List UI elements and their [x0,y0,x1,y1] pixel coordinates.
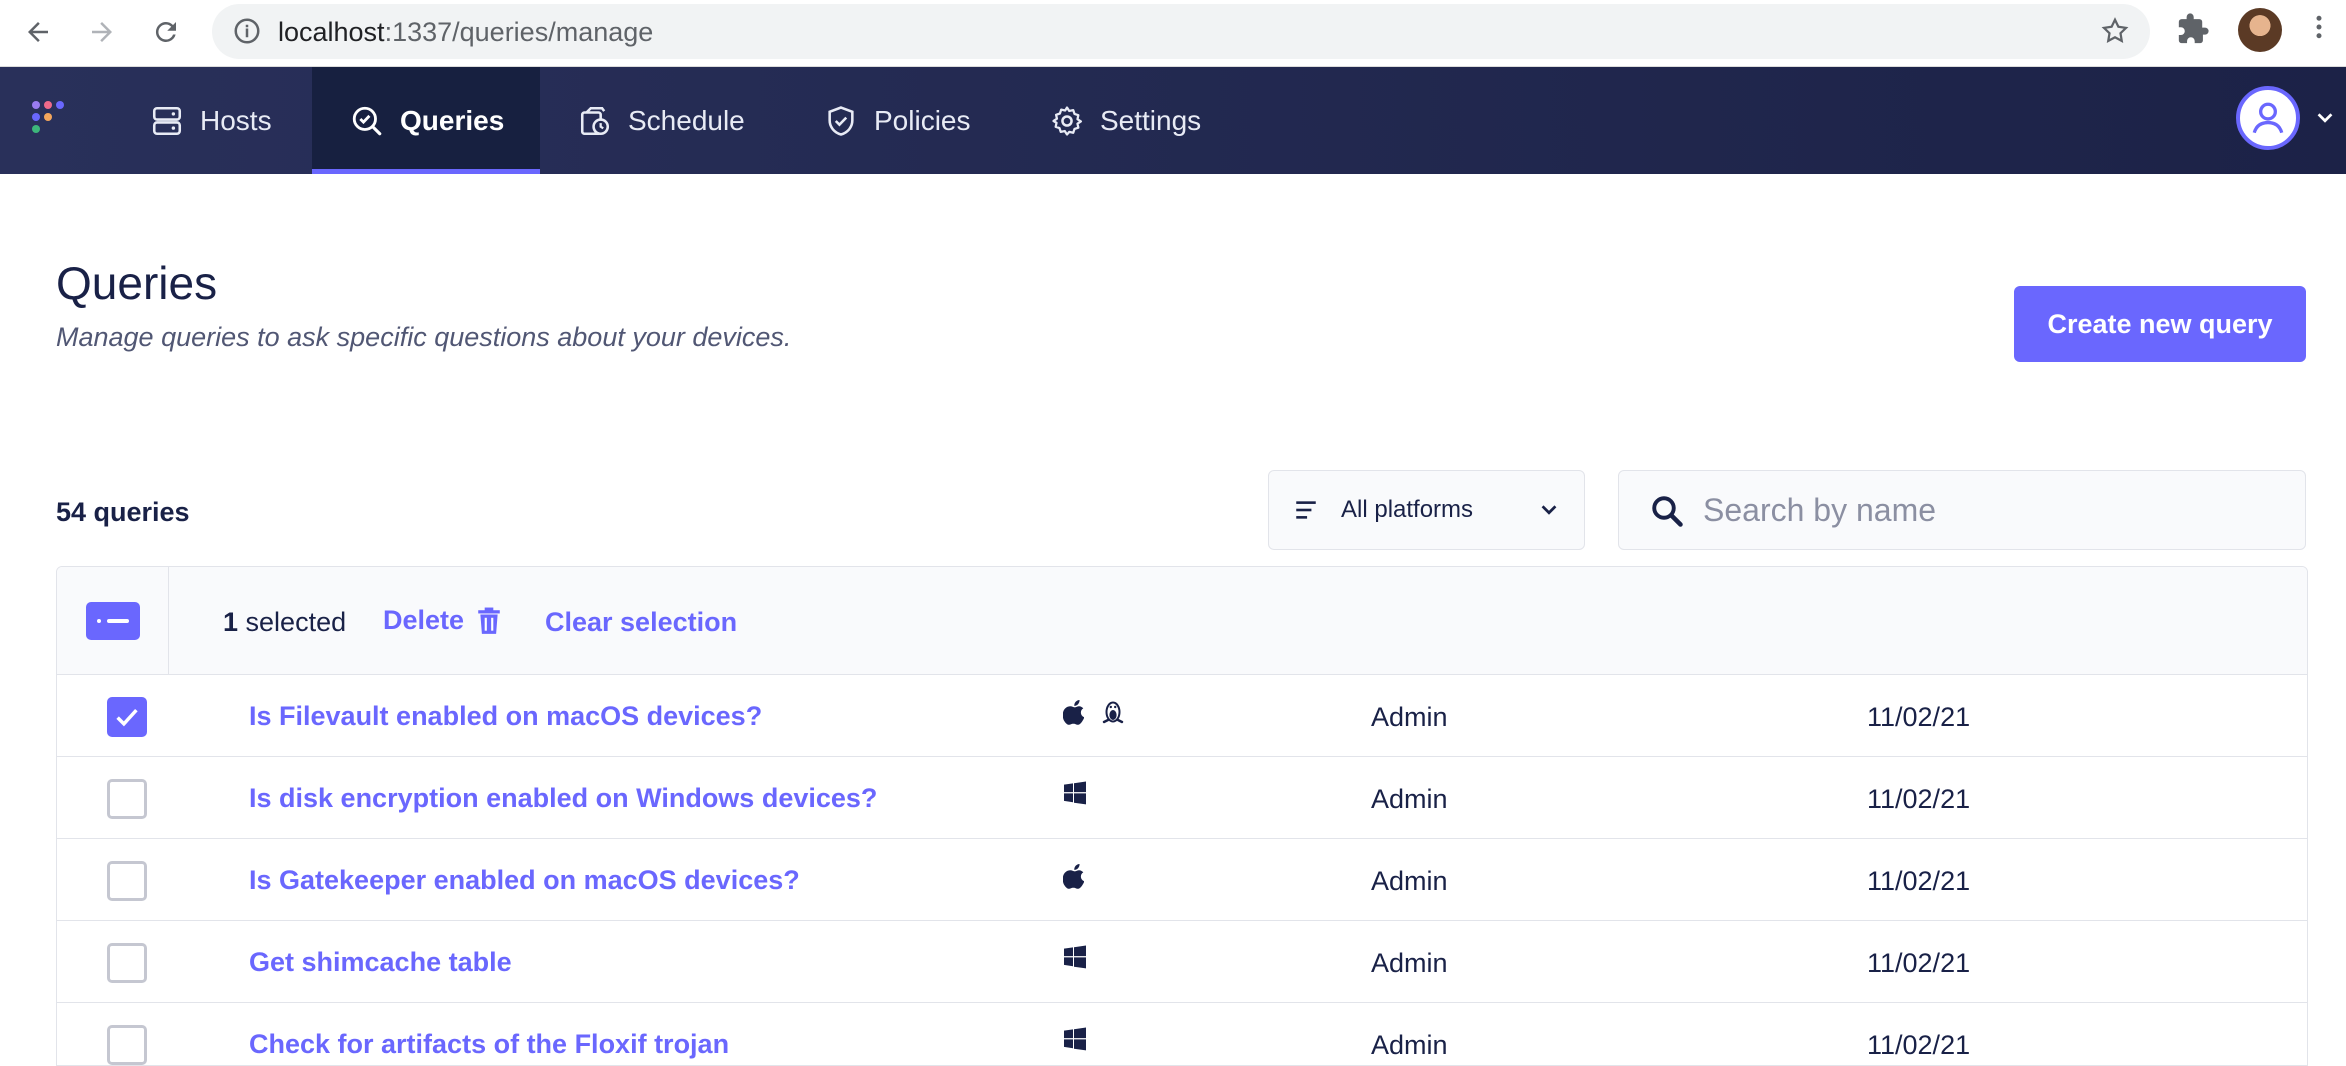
query-name-link[interactable]: Is Gatekeeper enabled on macOS devices? [249,865,800,896]
platform-filter-value: All platforms [1341,496,1474,523]
row-checkbox[interactable] [107,943,147,983]
back-button[interactable] [18,12,58,52]
search-box [1618,470,2306,550]
apple-icon [1063,700,1084,725]
clear-selection-button[interactable]: Clear selection [545,607,737,638]
query-author: Admin [1371,784,1448,814]
selection-bar: 1 selected Delete Clear selection [57,567,2307,675]
arrow-left-icon [28,22,48,42]
nav-item-label: Policies [874,104,971,136]
fleet-logo-icon[interactable] [30,99,74,143]
row-checkbox[interactable] [107,697,147,737]
reload-button[interactable] [146,12,186,52]
reload-icon [155,21,176,42]
create-new-query-button[interactable]: Create new query [2014,286,2306,362]
query-author: Admin [1371,948,1448,978]
nav-item-hosts[interactable]: Hosts [150,67,272,174]
platform-icons [1063,945,1087,969]
row-checkbox[interactable] [107,1025,147,1065]
query-updated-date: 11/02/21 [1867,948,1971,978]
query-updated-date: 11/02/21 [1867,866,1971,896]
query-author: Admin [1371,1030,1448,1060]
user-avatar [2236,86,2300,150]
extensions-puzzle-icon[interactable] [2176,12,2210,51]
trash-icon [478,607,500,634]
query-updated-date: 11/02/21 [1867,1030,1971,1060]
select-all-cell [57,567,169,674]
nav-item-queries[interactable]: Queries [312,67,540,174]
filter-lines-icon [1296,501,1316,519]
windows-icon [1064,945,1086,969]
queries-table: 1 selected Delete Clear selection Is Fil… [56,566,2308,1066]
query-updated-date: 11/02/21 [1867,702,1971,732]
page-title: Queries [56,257,218,309]
query-name-link[interactable]: Check for artifacts of the Floxif trojan [249,1029,729,1060]
page-subtitle: Manage queries to ask specific questions… [56,322,792,352]
nav-item-label: Queries [400,104,505,136]
bookmark-star-icon[interactable] [2100,16,2130,51]
checkmark-icon [116,708,138,727]
query-author: Admin [1371,702,1448,732]
platform-icons [1063,1027,1087,1051]
platform-icons [1063,781,1087,805]
schedule-icon [580,106,610,135]
apple-icon [1063,864,1084,889]
delete-button[interactable]: Delete [383,605,502,636]
nav-item-label: Hosts [200,104,272,136]
delete-label: Delete [383,605,465,635]
linux-penguin-icon [1102,701,1124,724]
table-row[interactable]: Check for artifacts of the Floxif trojan… [57,1003,2307,1065]
query-name-link[interactable]: Get shimcache table [249,947,512,978]
search-icon [1652,496,1683,527]
query-author: Admin [1371,866,1448,896]
user-icon [2252,102,2284,134]
table-row[interactable]: Is disk encryption enabled on Windows de… [57,757,2307,839]
search-input[interactable] [1703,471,2283,549]
platform-icons [1063,699,1125,725]
nav-item-policies[interactable]: Policies [824,67,970,174]
chevron-down-icon [2317,113,2333,123]
gear-icon [1052,105,1083,136]
queries-icon [352,106,382,135]
nav-item-label: Schedule [628,104,745,136]
platform-filter-dropdown[interactable]: All platforms [1268,470,1585,550]
nav-item-label: Settings [1100,104,1202,136]
query-name-link[interactable]: Is disk encryption enabled on Windows de… [249,783,877,814]
browser-menu-icon[interactable] [2304,12,2334,47]
table-row[interactable]: Get shimcache table Admin 11/02/21 [57,921,2307,1003]
row-checkbox[interactable] [107,861,147,901]
url-text: localhost:1337/queries/manage [278,17,654,47]
address-bar[interactable]: localhost:1337/queries/manage [212,4,2150,59]
windows-icon [1064,781,1086,805]
hosts-icon [152,106,182,135]
table-row[interactable]: Is Gatekeeper enabled on macOS devices? A… [57,839,2307,921]
row-checkbox[interactable] [107,779,147,819]
query-updated-date: 11/02/21 [1867,784,1971,814]
table-row[interactable]: Is Filevault enabled on macOS devices? Ad… [57,675,2307,757]
select-all-checkbox[interactable] [85,601,140,640]
browser-profile-avatar[interactable] [2238,8,2282,52]
info-icon[interactable] [232,16,262,51]
nav-item-settings[interactable]: Settings [1050,67,1201,174]
nav-item-schedule[interactable]: Schedule [578,67,745,174]
windows-icon [1064,1027,1086,1051]
chevron-down-icon [1541,505,1557,515]
app-nav: Hosts Queries Schedule Policies Settings [0,67,2346,174]
query-count: 54 queries [56,497,190,527]
policies-icon [828,105,854,136]
forward-button[interactable] [82,12,122,52]
browser-chrome: localhost:1337/queries/manage [0,0,2346,67]
platform-icons [1063,863,1087,889]
selected-count: 1 selected [223,607,347,637]
arrow-right-icon [92,22,112,42]
user-menu[interactable] [2236,86,2336,150]
query-name-link[interactable]: Is Filevault enabled on macOS devices? [249,701,762,732]
